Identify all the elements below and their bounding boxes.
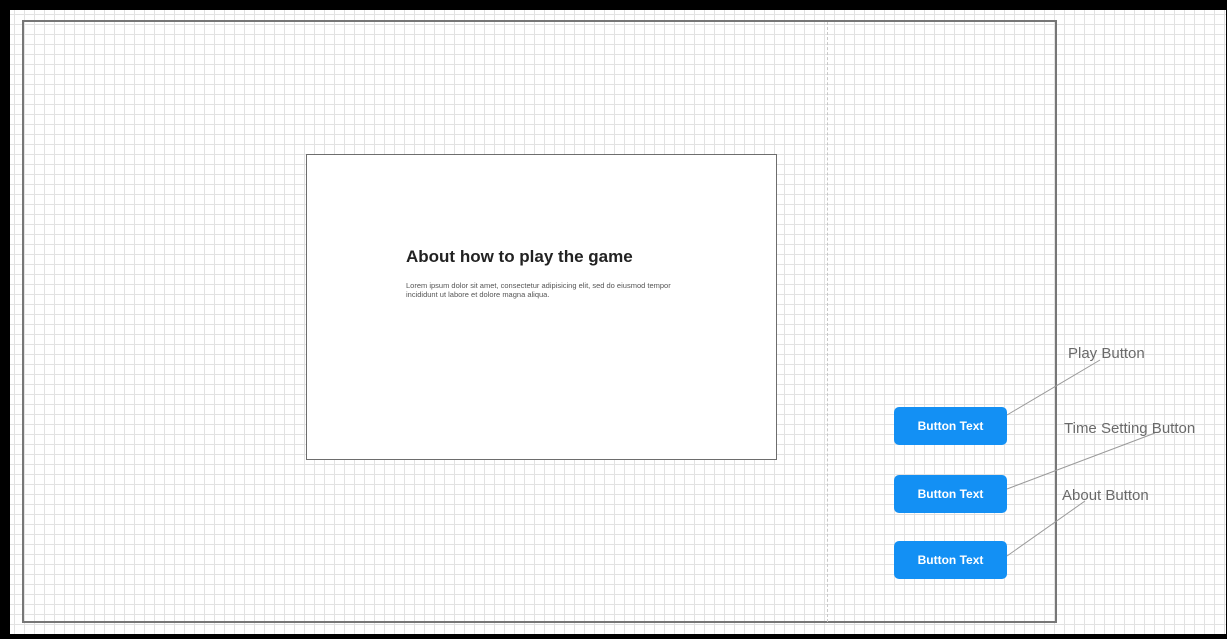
- annotation-time-setting-button: Time Setting Button: [1064, 420, 1196, 437]
- card-title: About how to play the game: [406, 247, 633, 266]
- annotation-about-button: About Button: [1062, 487, 1149, 504]
- wireframe-canvas: About how to play the game Lorem ipsum d…: [10, 10, 1226, 634]
- time-setting-button[interactable]: Button Text: [894, 475, 1007, 513]
- about-card: About how to play the game Lorem ipsum d…: [306, 154, 777, 460]
- about-button[interactable]: Button Text: [894, 541, 1007, 579]
- play-button[interactable]: Button Text: [894, 407, 1007, 445]
- annotation-play-button: Play Button: [1068, 345, 1145, 362]
- card-body-text: Lorem ipsum dolor sit amet, consectetur …: [406, 281, 671, 299]
- vertical-divider: [827, 22, 828, 622]
